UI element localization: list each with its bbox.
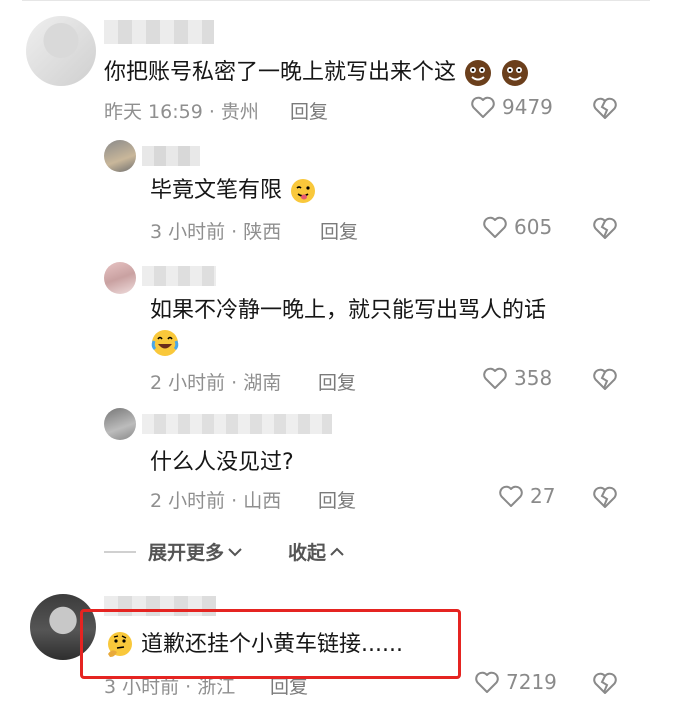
heart-icon <box>471 96 495 118</box>
reply-text-content: 毕竟文笔有限 <box>150 178 283 203</box>
reply-button[interactable]: 回复 <box>290 97 328 124</box>
reply-text-content: 什么人没见过? <box>150 450 294 475</box>
reply-text: 毕竟文笔有限 <box>150 176 317 206</box>
expand-more-label: 展开更多 <box>148 542 225 564</box>
like-count: 358 <box>514 366 553 390</box>
heart-broken-icon[interactable] <box>592 671 618 695</box>
chevron-up-icon <box>330 547 344 556</box>
username-blurred[interactable] <box>142 266 216 286</box>
collapse-label: 收起 <box>288 542 327 564</box>
avatar[interactable] <box>104 408 136 440</box>
reply-button[interactable]: 回复 <box>318 368 356 395</box>
heart-icon <box>483 216 507 238</box>
comment-text-content: 你把账号私密了一晚上就写出来个这 <box>104 60 457 85</box>
highlight-box <box>80 609 461 679</box>
heart-broken-icon[interactable] <box>592 96 618 120</box>
like-button[interactable]: 605 <box>482 215 552 239</box>
chevron-down-icon <box>228 547 242 556</box>
avatar[interactable] <box>26 16 96 86</box>
like-button[interactable]: 7219 <box>474 670 557 694</box>
avatar[interactable] <box>104 140 136 172</box>
expand-collapse-row: 展开更多 收起 <box>104 538 346 565</box>
reply-button[interactable]: 回复 <box>320 217 358 244</box>
expand-line <box>104 550 136 553</box>
like-button[interactable]: 27 <box>498 484 555 508</box>
comment-text: 你把账号私密了一晚上就写出来个这 <box>104 58 530 88</box>
like-count: 605 <box>514 215 553 239</box>
like-button[interactable]: 9479 <box>470 95 553 119</box>
reply-meta: 3 小时前 · 陕西 <box>150 221 282 243</box>
heart-broken-icon[interactable] <box>592 367 618 391</box>
heart-icon <box>475 671 499 693</box>
like-count: 9479 <box>502 95 553 119</box>
cookie-emoji-icon <box>465 60 492 86</box>
expand-more-button[interactable]: 展开更多 <box>148 538 244 565</box>
reply-text: 什么人没见过? <box>150 448 294 478</box>
heart-icon <box>483 367 507 389</box>
collapse-button[interactable]: 收起 <box>288 538 346 565</box>
heart-broken-icon[interactable] <box>592 485 618 509</box>
reply-button[interactable]: 回复 <box>318 486 356 513</box>
heart-icon <box>499 485 523 507</box>
like-button[interactable]: 358 <box>482 366 552 390</box>
winking-tongue-emoji-icon <box>291 179 316 203</box>
comment-meta: 昨天 16:59 · 贵州 <box>104 101 259 123</box>
heart-broken-icon[interactable] <box>592 216 618 240</box>
cookie-emoji-icon <box>502 60 529 86</box>
username-blurred[interactable] <box>142 146 200 166</box>
username-blurred[interactable] <box>142 414 332 434</box>
laughing-tears-emoji-icon <box>151 330 179 356</box>
reply-text: 如果不冷静一晚上，就只能写出骂人的话 <box>150 296 546 326</box>
like-count: 27 <box>530 484 556 508</box>
reply-meta: 2 小时前 · 山西 <box>150 490 282 512</box>
like-count: 7219 <box>506 670 557 694</box>
reply-text-content: 如果不冷静一晚上，就只能写出骂人的话 <box>150 298 547 323</box>
avatar[interactable] <box>104 262 136 294</box>
reply-meta: 2 小时前 · 湖南 <box>150 372 282 394</box>
username-blurred[interactable] <box>104 20 214 44</box>
divider <box>22 0 650 1</box>
